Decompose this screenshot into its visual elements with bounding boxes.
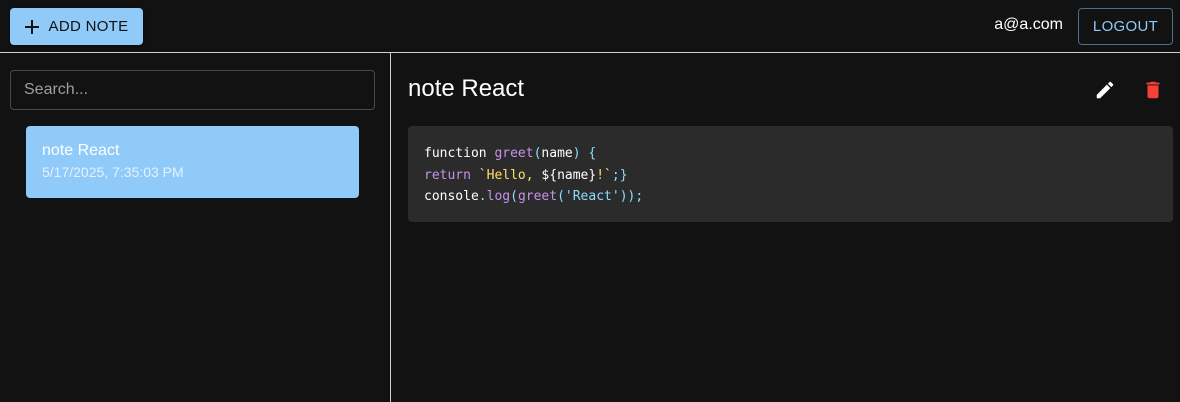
notes-sidebar: note React 5/17/2025, 7:35:03 PM [0,53,391,402]
code-punctuation: ) [572,146,581,161]
add-note-label: ADD NOTE [48,18,129,35]
code-line-3: console.log(greet('React')); [424,189,643,204]
note-title: note React [408,75,525,102]
code-object: console [424,189,479,204]
code-string: ` [478,167,487,183]
code-function-call: greet [517,189,558,204]
code-string: ! [596,167,605,183]
code-punctuation: )); [619,189,644,204]
code-keyword: function [424,146,487,161]
user-email: a@a.com [994,16,1063,33]
code-punctuation: . [478,189,487,204]
code-var: name [557,167,589,183]
note-list-item-title: note React [42,142,120,159]
code-method: log [486,189,511,204]
code-punctuation: ;} [611,167,628,183]
app-bar: ADD NOTE a@a.com LOGOUT [0,0,1180,53]
code-string: 'React' [564,189,620,204]
code-keyword: return [424,167,471,183]
code-line-2: return `Hello, ${name}!`;} [424,168,628,183]
add-note-button[interactable]: ADD NOTE [10,8,143,45]
plus-icon [24,19,39,34]
code-punctuation: ( [557,189,565,204]
code-function-name: greet [494,146,534,161]
code-string: ` [604,167,612,183]
note-detail: note React function greet(name) { return… [392,53,1180,402]
search-input[interactable] [10,70,375,110]
code-block: function greet(name) { return `Hello, ${… [408,126,1173,222]
code-param: name [541,146,573,161]
pencil-icon [1096,81,1114,99]
note-list-item-date: 5/17/2025, 7:35:03 PM [42,164,184,180]
trash-icon [1146,81,1160,99]
code-line-1: function greet(name) { [424,146,596,161]
code-punctuation: ( [510,189,518,204]
edit-button[interactable] [1090,75,1120,105]
code-punctuation: { [588,146,597,161]
code-interp: ${ [541,167,558,183]
logout-button[interactable]: LOGOUT [1078,8,1173,45]
code-string: Hello, [486,167,534,183]
delete-button[interactable] [1138,75,1168,105]
note-list-item[interactable]: note React 5/17/2025, 7:35:03 PM [26,126,359,198]
